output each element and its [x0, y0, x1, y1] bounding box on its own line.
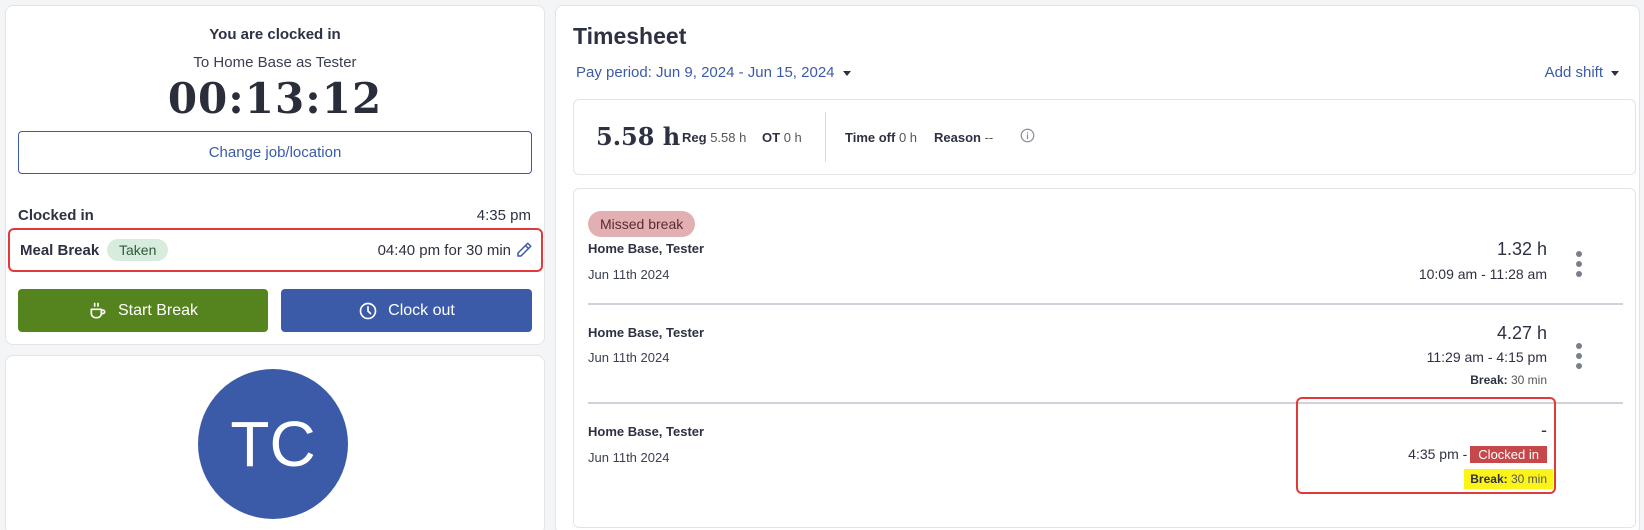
add-shift-dropdown[interactable]: Add shift [1545, 64, 1619, 81]
profile-card: TC [5, 355, 545, 530]
shift-break-value: 30 min [1510, 373, 1547, 387]
total-hours: 5.58 h [596, 122, 681, 151]
shift-location: Home Base, Tester [588, 325, 705, 340]
more-options-icon[interactable] [1575, 343, 1583, 369]
shift-break: Break: 30 min [1470, 373, 1547, 387]
summary-divider [825, 112, 826, 162]
clock-out-label: Clock out [388, 301, 455, 319]
timesheet-panel: Timesheet Pay period: Jun 9, 2024 - Jun … [555, 5, 1640, 530]
shift-time-range: 11:29 am - 4:15 pm [1426, 349, 1547, 365]
shift-hours: 4.27 h [1496, 323, 1547, 343]
avatar: TC [198, 369, 348, 519]
reason-label: Reason [934, 130, 981, 145]
active-shift-highlight [1296, 397, 1556, 494]
shift-row: Home Base, Tester Jun 11th 2024 4.27 h 1… [588, 323, 1623, 405]
clock-out-button[interactable]: Clock out [281, 289, 532, 332]
shift-location: Home Base, Tester [588, 241, 705, 256]
shift-date: Jun 11th 2024 [588, 350, 670, 365]
caret-down-icon [1611, 70, 1619, 76]
meal-break-time: 04:40 pm for 30 min [377, 242, 511, 259]
clocked-in-label: Clocked in [18, 207, 94, 224]
meal-break-row: Meal Break Taken 04:40 pm for 30 min [8, 228, 543, 272]
clock-card: You are clocked in To Home Base as Teste… [5, 5, 545, 345]
overtime-hours-value: 0 h [783, 130, 802, 145]
time-off-value: 0 h [898, 130, 918, 145]
pencil-icon[interactable] [515, 241, 533, 259]
missed-break-badge: Missed break [588, 211, 696, 237]
reason-value: -- [984, 130, 994, 145]
clocked-in-time: 4:35 pm [476, 207, 531, 224]
clock-location-text: To Home Base as Tester [193, 54, 357, 71]
coffee-cup-icon [90, 302, 106, 318]
caret-down-icon [842, 70, 851, 76]
shift-divider [588, 303, 1623, 305]
add-shift-label: Add shift [1544, 64, 1603, 81]
regular-hours-label: Reg [682, 130, 707, 145]
shift-hours: 1.32 h [1496, 239, 1547, 259]
pay-period-dropdown[interactable]: Pay period: Jun 9, 2024 - Jun 15, 2024 [576, 64, 851, 81]
meal-break-status-badge: Taken [107, 239, 169, 261]
overtime-hours: OT 0 h [762, 130, 802, 145]
regular-hours: Reg 5.58 h [682, 130, 746, 145]
pay-period-label: Pay period: Jun 9, 2024 - Jun 15, 2024 [576, 64, 835, 81]
shift-date: Jun 11th 2024 [588, 450, 670, 465]
meal-break-label: Meal Break [20, 242, 100, 259]
time-off-hours: Time off 0 h [845, 130, 917, 145]
shift-date: Jun 11th 2024 [588, 267, 670, 282]
clock-status-text: You are clocked in [209, 26, 341, 43]
change-job-location-button[interactable]: Change job/location [18, 131, 532, 174]
regular-hours-value: 5.58 h [710, 130, 747, 145]
shift-break-label: Break: [1470, 373, 1508, 387]
clock-timer: 00:13:12 [167, 74, 383, 123]
time-off-label: Time off [845, 130, 896, 145]
shift-location: Home Base, Tester [588, 424, 705, 439]
more-options-icon[interactable] [1575, 251, 1583, 277]
shift-time-range: 10:09 am - 11:28 am [1418, 266, 1547, 282]
info-icon[interactable] [1020, 128, 1035, 143]
clock-icon [359, 302, 377, 319]
page-title: Timesheet [573, 23, 687, 49]
hours-summary: 5.58 h Reg 5.58 h OT 0 h Time off 0 h Re… [573, 99, 1636, 175]
start-break-button[interactable]: Start Break [18, 289, 268, 332]
reason: Reason -- [934, 130, 993, 145]
start-break-label: Start Break [117, 301, 199, 319]
shift-row: Home Base, Tester Jun 11th 2024 1.32 h 1… [588, 239, 1623, 301]
overtime-hours-label: OT [762, 130, 781, 145]
shift-list: Missed break Home Base, Tester Jun 11th … [573, 188, 1636, 528]
